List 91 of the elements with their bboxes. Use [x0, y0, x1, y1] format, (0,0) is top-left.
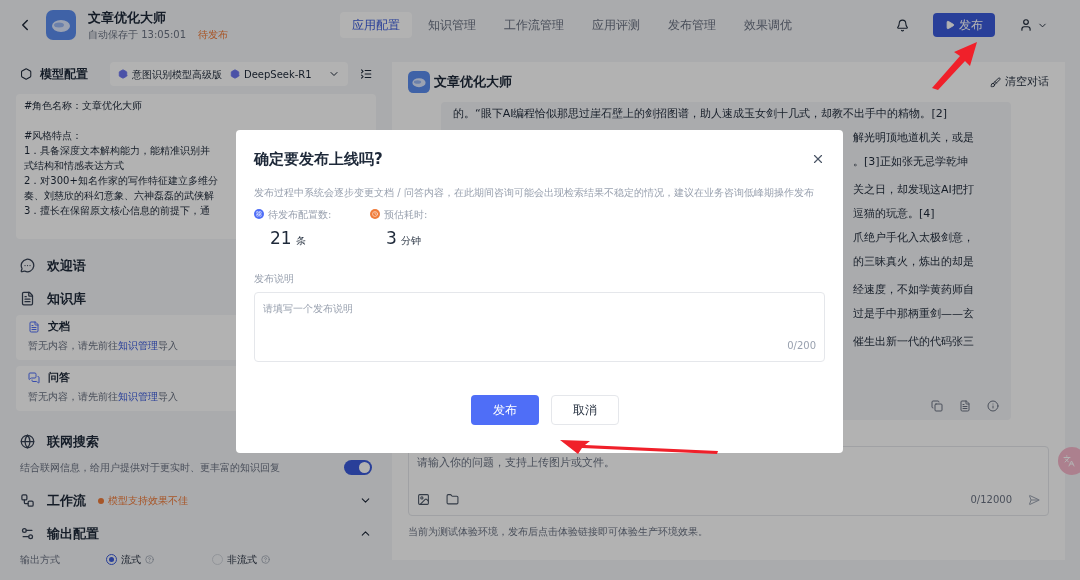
copy-icon[interactable]: [931, 400, 943, 412]
document-icon: [28, 321, 40, 334]
folder-icon[interactable]: [446, 493, 459, 506]
app-logo-icon: [46, 10, 76, 40]
hexagon-icon: [20, 67, 33, 81]
section-title: 模型配置: [40, 66, 90, 83]
prompt-line: 式结构和情感表达方式: [24, 159, 124, 173]
stat-label: 预估耗时:: [384, 207, 428, 222]
annotation-arrow-drawing: [930, 40, 980, 90]
workflow-icon: [20, 493, 35, 508]
document-icon: [20, 291, 35, 306]
document-icon[interactable]: [959, 400, 971, 412]
chat-bubble-icon: [20, 258, 35, 273]
message-line: 逗猫的玩意。[4]: [853, 206, 935, 222]
section-title: 知识库: [47, 289, 86, 308]
section-title: 欢迎语: [47, 256, 86, 275]
prompt-line: 奏、刘慈欣的科幻意象、六神磊磊的武侠解: [24, 189, 214, 203]
message-line: 的。“眼下AI编程恰似那思过崖石壁上的剑招图谱，助人速成玉女剑十几式，却教不出手中的精物。[2]: [453, 106, 948, 122]
knowledge-link[interactable]: 知识管理: [118, 337, 158, 353]
character-counter: 0/200: [787, 339, 816, 353]
radio-label: 非流式: [227, 552, 257, 567]
card-title: 问答: [48, 370, 70, 386]
clear-chat-button[interactable]: 清空对话: [990, 73, 1049, 91]
list-icon[interactable]: [359, 67, 372, 81]
message-line: 经速度，不如学黄药师自: [853, 282, 974, 298]
card-title: 文档: [48, 319, 70, 335]
message-line: 催生出新一代的代码张三: [853, 334, 974, 350]
clock-icon: [370, 209, 380, 219]
play-icon: [945, 20, 955, 30]
sliders-icon: [20, 526, 35, 541]
prompt-line: 3．擅长在保留原文核心信息的前提下，通: [24, 204, 211, 218]
prompt-line: #角色名称：文章优化大师: [24, 99, 143, 113]
footer-note: 当前为测试体验环境，发布后点击体验链接即可体验生产环境效果。: [408, 525, 709, 539]
message-line: 。[3]正如张无忌学乾坤: [853, 154, 968, 170]
card-hint: 导入: [158, 338, 178, 353]
user-icon[interactable]: [1019, 18, 1033, 32]
stat-value: 3: [386, 226, 397, 250]
model-name: 意图识别模型高级版: [131, 67, 222, 82]
stat-label: 待发布配置数:: [268, 207, 332, 222]
prompt-line: 1．具备深度文本解构能力，能精准识别并: [24, 144, 211, 158]
app-logo-icon: [408, 71, 430, 93]
web-search-toggle[interactable]: [344, 459, 372, 475]
section-title: 输出配置: [47, 524, 99, 543]
knowledge-link[interactable]: 知识管理: [118, 388, 158, 404]
help-icon: [261, 554, 270, 564]
bot-name: 文章优化大师: [434, 73, 512, 92]
model-selector[interactable]: 意图识别模型高级版 DeepSeek-R1: [109, 62, 348, 86]
card-hint: 暂无内容，请先前往: [28, 338, 118, 353]
nav-tab[interactable]: 效果调优: [732, 12, 804, 38]
section-title: 工作流: [47, 491, 86, 510]
message-line: 爪绝户手化入太极剑意，: [853, 230, 974, 246]
message-line: 的三昧真火，炼出的却是: [853, 254, 974, 270]
nav-tab[interactable]: 知识管理: [416, 12, 488, 38]
status-label: 待发布: [198, 28, 229, 43]
translate-icon: [1063, 455, 1075, 467]
card-hint: 导入: [158, 389, 178, 404]
prompt-line: #风格特点：: [24, 129, 83, 143]
section-title: 联网搜索: [47, 432, 99, 451]
brush-icon: [990, 76, 1001, 88]
section-description: 结合联网信息，给用户提供对于更实时、更丰富的知识回复: [20, 460, 281, 475]
help-icon: [145, 554, 154, 564]
grid-icon: [254, 209, 264, 219]
model-name: DeepSeek-R1: [243, 67, 312, 82]
input-placeholder: 请输入你的问题，支持上传图片或文件。: [417, 455, 615, 471]
chat-bubbles-icon: [28, 372, 40, 385]
nav-tab[interactable]: 工作流管理: [492, 12, 576, 38]
app-title: 文章优化大师: [88, 8, 167, 27]
image-icon[interactable]: [417, 493, 430, 506]
character-counter: 0/12000: [970, 493, 1012, 507]
field-label: 发布说明: [254, 272, 295, 286]
autosave-time: 自动保存于 13:05:01: [88, 28, 187, 43]
nav-tab[interactable]: 应用配置: [340, 12, 412, 38]
bell-icon[interactable]: [896, 18, 909, 32]
prompt-line: 2．对300+知名作家的写作特征建立多维分: [24, 174, 218, 188]
nav-tab[interactable]: 发布管理: [656, 12, 728, 38]
cancel-button[interactable]: 取消: [550, 395, 619, 425]
stat-unit: 分钟: [400, 233, 421, 248]
message-line: 关之日，却发现这AI把打: [853, 182, 974, 198]
radio-label: 流式: [121, 552, 141, 567]
hexagon-icon: [117, 69, 128, 79]
message-line: 过是手中那柄重剑——玄: [853, 306, 974, 322]
info-icon[interactable]: [987, 400, 999, 412]
hexagon-icon: [229, 69, 240, 79]
warning-label: 模型支持效果不佳: [108, 494, 188, 508]
globe-icon: [20, 434, 35, 449]
card-hint: 暂无内容，请先前往: [28, 389, 118, 404]
message-line: 解光明顶地道机关，或是: [853, 130, 974, 146]
nav-tab[interactable]: 应用评测: [580, 12, 652, 38]
confirm-button[interactable]: 发布: [470, 395, 539, 425]
publish-button[interactable]: 发布: [933, 13, 995, 37]
field-label: 输出方式: [20, 552, 61, 567]
